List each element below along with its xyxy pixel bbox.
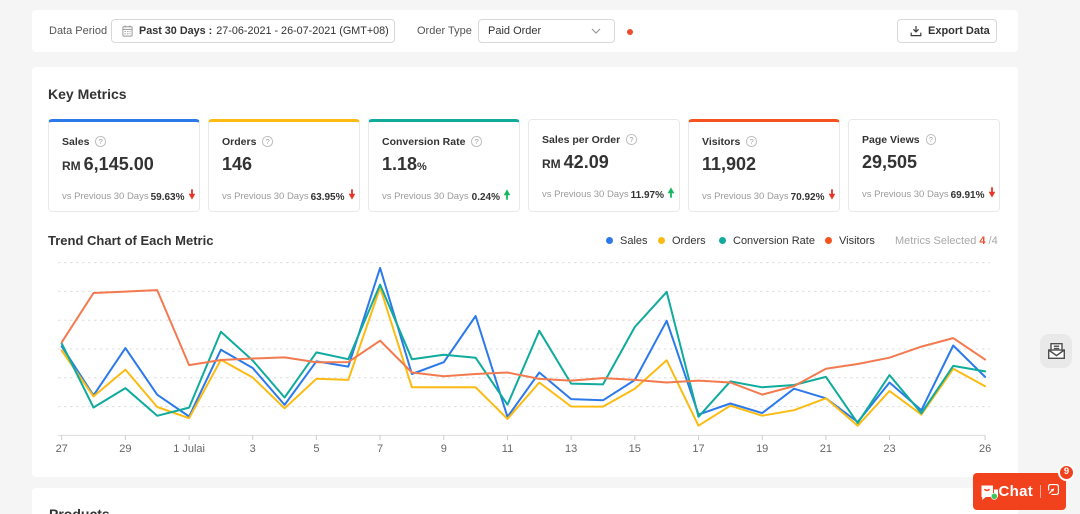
- svg-text:23: 23: [883, 443, 895, 453]
- svg-text:15: 15: [629, 443, 641, 453]
- svg-text:7: 7: [377, 443, 383, 453]
- svg-text:26: 26: [979, 443, 991, 453]
- svg-text:19: 19: [756, 443, 768, 453]
- svg-text:11: 11: [502, 443, 513, 453]
- svg-text:29: 29: [119, 443, 131, 453]
- svg-text:3: 3: [250, 443, 256, 453]
- svg-text:1 Julai: 1 Julai: [173, 443, 205, 453]
- svg-text:5: 5: [313, 443, 319, 453]
- svg-text:17: 17: [692, 443, 704, 453]
- svg-text:27: 27: [56, 443, 68, 453]
- svg-text:9: 9: [441, 443, 447, 453]
- svg-text:13: 13: [565, 443, 577, 453]
- svg-text:21: 21: [820, 443, 832, 453]
